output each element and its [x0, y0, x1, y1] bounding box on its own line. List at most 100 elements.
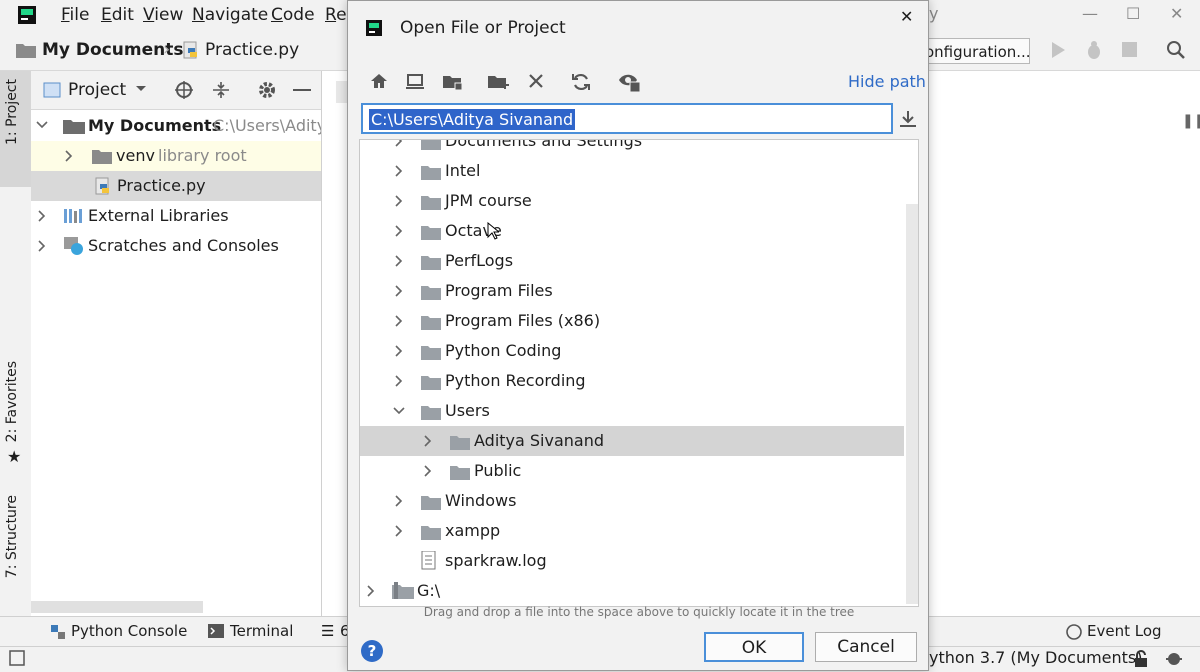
tab-favorites[interactable]: 2: Favorites — [4, 361, 20, 442]
desktop-icon[interactable] — [406, 74, 424, 90]
gear-icon[interactable] — [257, 80, 277, 100]
list-item[interactable]: Program Files (x86) — [360, 306, 904, 336]
folder-icon — [421, 164, 441, 180]
tree-item-practice-py[interactable]: Practice.py — [31, 171, 321, 201]
chevron-right-icon[interactable] — [36, 240, 48, 252]
chevron-right-icon[interactable] — [393, 165, 405, 177]
chevron-right-icon[interactable] — [393, 285, 405, 297]
project-panel-title[interactable]: Project — [68, 80, 126, 100]
terminal-icon — [208, 623, 224, 639]
pause-icon[interactable]: ❚❚ — [1182, 113, 1200, 129]
menu-item-edit[interactable]: Edit — [101, 5, 134, 25]
chevron-right-icon[interactable] — [393, 375, 405, 387]
chevron-right-icon[interactable] — [393, 255, 405, 267]
tree-item-my-documents[interactable]: My Documents C:\Users\Adity — [31, 111, 321, 141]
home-icon[interactable] — [370, 73, 388, 89]
chevron-right-icon[interactable] — [393, 345, 405, 357]
list-item[interactable]: Octave — [360, 216, 904, 246]
debug-icon[interactable] — [1084, 40, 1104, 60]
app-logo-icon — [18, 6, 36, 24]
folder-icon — [450, 464, 470, 480]
list-item[interactable]: xampp — [360, 516, 904, 546]
project-view-icon — [43, 82, 61, 98]
chevron-down-icon[interactable] — [393, 405, 405, 417]
maximize-icon[interactable]: ☐ — [1126, 4, 1140, 23]
ok-button[interactable]: OK — [704, 632, 804, 662]
vertical-scrollbar[interactable] — [906, 204, 918, 604]
chevron-down-icon[interactable] — [36, 119, 48, 131]
new-folder-icon[interactable] — [488, 73, 510, 91]
folder-icon — [421, 284, 441, 300]
list-item[interactable]: Intel — [360, 156, 904, 186]
run-icon[interactable] — [1050, 41, 1066, 59]
list-item[interactable]: sparkraw.log — [360, 546, 904, 576]
tree-item-external-libraries[interactable]: External Libraries — [31, 201, 321, 231]
chevron-right-icon[interactable] — [393, 195, 405, 207]
file-tree[interactable]: Documents and Settings Intel JPM course Oc… — [359, 139, 919, 607]
path-input-value: C:\Users\Aditya Sivanand — [369, 109, 576, 130]
list-item[interactable]: JPM course — [360, 186, 904, 216]
locate-icon[interactable] — [174, 80, 194, 100]
chevron-right-icon[interactable] — [393, 225, 405, 237]
list-item[interactable]: G:\ — [360, 576, 904, 606]
help-icon[interactable]: ? — [360, 639, 384, 663]
list-item[interactable]: PerfLogs — [360, 246, 904, 276]
tree-item-scratches[interactable]: Scratches and Consoles — [31, 231, 321, 261]
scratches-icon — [63, 236, 85, 256]
tab-structure[interactable]: 7: Structure — [4, 495, 20, 578]
cancel-button[interactable]: Cancel — [815, 632, 917, 662]
minimize-icon[interactable]: — — [1082, 4, 1098, 23]
list-item[interactable]: Public — [360, 456, 904, 486]
lock-icon[interactable] — [1132, 650, 1150, 668]
python-file-icon — [94, 177, 112, 195]
event-log-tab[interactable]: Event Log — [1087, 622, 1162, 640]
menu-item-navigate[interactable]: Navigate — [192, 5, 268, 25]
path-input[interactable]: C:\Users\Aditya Sivanand — [361, 103, 893, 134]
tab-project[interactable]: 1: Project — [4, 79, 20, 145]
run-configuration-dropdown[interactable]: onfiguration... — [918, 38, 1030, 64]
hide-panel-icon[interactable] — [293, 89, 311, 91]
chevron-right-icon[interactable] — [365, 585, 377, 597]
library-icon — [63, 208, 85, 224]
list-item[interactable]: Users — [360, 396, 904, 426]
refresh-icon[interactable] — [571, 72, 591, 92]
list-item[interactable]: Python Coding — [360, 336, 904, 366]
menu-item-file[interactable]: File — [61, 5, 89, 25]
python-console-tab[interactable]: Python Console — [71, 622, 187, 640]
list-item[interactable]: Windows — [360, 486, 904, 516]
menu-item-view[interactable]: View — [143, 5, 183, 25]
hide-path-link[interactable]: Hide path — [848, 72, 926, 91]
horizontal-scrollbar[interactable] — [31, 601, 203, 613]
show-hidden-files-icon[interactable] — [618, 71, 642, 93]
chevron-right-icon[interactable] — [393, 140, 405, 147]
breadcrumb-file[interactable]: Practice.py — [205, 40, 299, 60]
terminal-tab[interactable]: Terminal — [230, 622, 293, 640]
project-folder-icon[interactable] — [443, 73, 463, 91]
stop-icon[interactable] — [1122, 42, 1138, 58]
chevron-right-icon[interactable] — [63, 150, 75, 162]
folder-icon — [421, 314, 441, 330]
interpreter-status[interactable]: ython 3.7 (My Documents) — [929, 648, 1143, 667]
tree-item-venv[interactable]: venv library root — [31, 141, 321, 171]
inspector-icon[interactable] — [1164, 650, 1184, 668]
delete-icon[interactable] — [528, 73, 544, 89]
collapse-all-icon[interactable] — [211, 80, 231, 100]
chevron-down-icon[interactable] — [135, 82, 147, 94]
toggle-tool-windows-icon[interactable] — [9, 650, 25, 666]
list-item[interactable]: Python Recording — [360, 366, 904, 396]
list-item[interactable]: Program Files — [360, 276, 904, 306]
menu-item-re[interactable]: Re — [325, 5, 347, 25]
chevron-right-icon[interactable] — [393, 525, 405, 537]
chevron-right-icon[interactable] — [393, 315, 405, 327]
close-icon[interactable]: ✕ — [900, 7, 913, 26]
chevron-right-icon[interactable] — [36, 210, 48, 222]
list-item[interactable]: Aditya Sivanand — [360, 426, 904, 456]
chevron-right-icon[interactable] — [393, 495, 405, 507]
search-icon[interactable] — [1166, 40, 1186, 60]
download-icon[interactable] — [899, 110, 917, 128]
menu-item-code[interactable]: Code — [271, 5, 315, 25]
chevron-right-icon[interactable] — [422, 435, 434, 447]
chevron-right-icon[interactable] — [422, 465, 434, 477]
list-item[interactable]: Documents and Settings — [360, 140, 904, 156]
close-window-icon[interactable]: ✕ — [1170, 4, 1183, 23]
